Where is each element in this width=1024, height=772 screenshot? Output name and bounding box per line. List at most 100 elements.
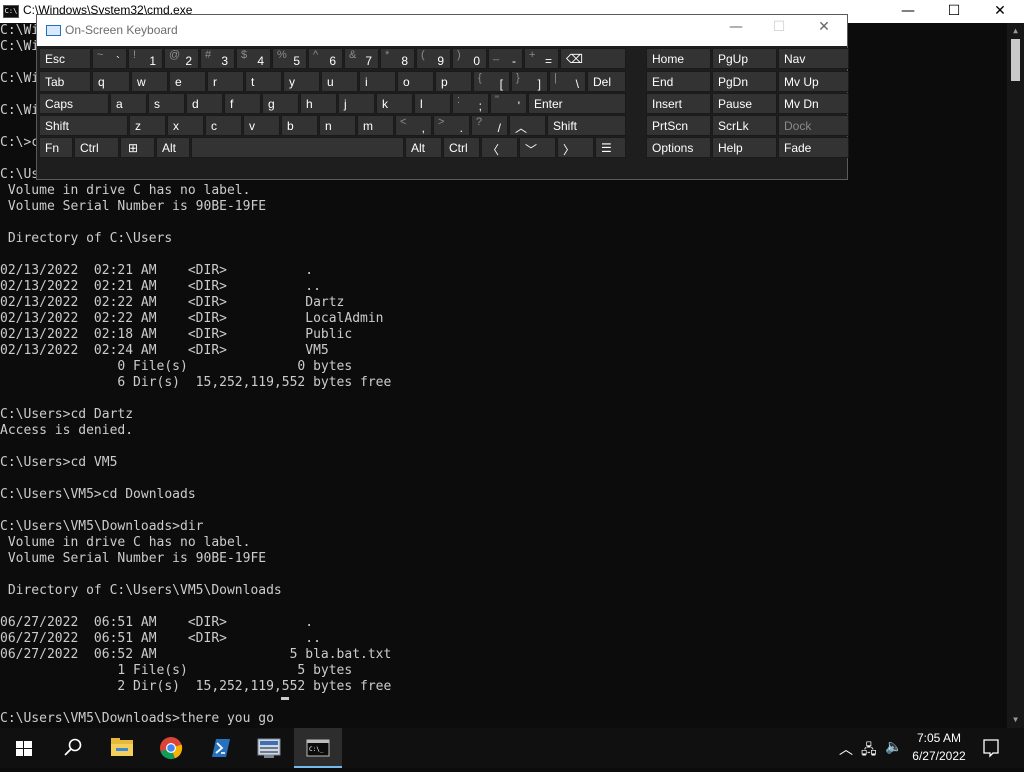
- key-s[interactable]: s: [148, 93, 185, 114]
- key-5[interactable]: % 5: [272, 48, 307, 69]
- key-del[interactable]: Del: [587, 71, 626, 92]
- key-q[interactable]: q: [92, 71, 130, 92]
- volume-icon[interactable]: 🔈: [885, 739, 902, 755]
- key-9[interactable]: (9: [416, 48, 451, 69]
- taskbar-app-powershell[interactable]: [196, 728, 244, 768]
- key-p[interactable]: p: [435, 71, 472, 92]
- key-v[interactable]: v: [243, 115, 280, 136]
- key-backtick[interactable]: ~ `: [92, 48, 127, 69]
- key-menu[interactable]: ☰: [595, 137, 626, 158]
- key-o[interactable]: o: [397, 71, 434, 92]
- key-backspace[interactable]: ⌫: [560, 48, 626, 69]
- key-7[interactable]: & 7: [344, 48, 379, 69]
- key-esc[interactable]: Esc: [39, 48, 91, 69]
- key-8[interactable]: * 8: [380, 48, 415, 69]
- search-button[interactable]: [48, 728, 96, 768]
- key-insert[interactable]: Insert: [646, 93, 711, 114]
- taskbar-app-chrome[interactable]: [147, 728, 195, 768]
- key-scrlk[interactable]: ScrLk: [712, 115, 777, 136]
- key-l[interactable]: l: [414, 93, 451, 114]
- key-n[interactable]: n: [319, 115, 356, 136]
- key-arrow-right[interactable]: 〉: [557, 137, 594, 158]
- key-semicolon[interactable]: :;: [452, 93, 489, 114]
- key-alt-right[interactable]: Alt: [405, 137, 442, 158]
- key-mvdn[interactable]: Mv Dn: [778, 93, 849, 114]
- key-c[interactable]: c: [205, 115, 242, 136]
- key-prtscn[interactable]: PrtScn: [646, 115, 711, 136]
- key-arrow-left[interactable]: 〈: [481, 137, 518, 158]
- taskbar-app-file-explorer[interactable]: [98, 728, 146, 768]
- key-r[interactable]: r: [207, 71, 244, 92]
- minimize-button[interactable]: —: [885, 0, 931, 23]
- key-d[interactable]: d: [186, 93, 223, 114]
- key-end[interactable]: End: [646, 71, 711, 92]
- osk-title-bar[interactable]: On-Screen Keyboard — ☐ ✕: [37, 15, 847, 46]
- osk-maximize-button[interactable]: ☐: [759, 19, 799, 43]
- osk-minimize-button[interactable]: —: [716, 19, 756, 43]
- key-z[interactable]: z: [129, 115, 166, 136]
- osk-close-button[interactable]: ✕: [804, 19, 844, 43]
- scroll-thumb[interactable]: [1011, 39, 1020, 81]
- key-tab[interactable]: Tab: [39, 71, 91, 92]
- key-j[interactable]: j: [338, 93, 375, 114]
- key-6[interactable]: ^ 6: [308, 48, 343, 69]
- key-1[interactable]: ! 1: [128, 48, 163, 69]
- key-x[interactable]: x: [167, 115, 204, 136]
- scroll-down-arrow-icon[interactable]: ▼: [1007, 714, 1024, 726]
- key-g[interactable]: g: [262, 93, 299, 114]
- key-backslash[interactable]: | \: [549, 71, 586, 92]
- key-dock[interactable]: Dock: [778, 115, 849, 136]
- key-f[interactable]: f: [224, 93, 261, 114]
- key-0[interactable]: ) 0: [452, 48, 487, 69]
- key-caps[interactable]: Caps: [39, 93, 109, 114]
- key-mvup[interactable]: Mv Up: [778, 71, 849, 92]
- key-alt-left[interactable]: Alt: [156, 137, 190, 158]
- key-4[interactable]: $4: [236, 48, 271, 69]
- key-e[interactable]: e: [169, 71, 206, 92]
- show-hidden-icons-chevron-icon[interactable]: ︿: [839, 739, 853, 759]
- taskbar-app-server-manager[interactable]: [245, 728, 293, 768]
- taskbar-app-command-prompt[interactable]: C:\_: [294, 728, 342, 768]
- key-h[interactable]: h: [300, 93, 337, 114]
- maximize-button[interactable]: ☐: [931, 0, 977, 23]
- key-k[interactable]: k: [376, 93, 413, 114]
- key-equals[interactable]: + =: [524, 48, 559, 69]
- vertical-scrollbar[interactable]: ▲ ▼: [1007, 23, 1024, 728]
- close-button[interactable]: ✕: [977, 0, 1023, 23]
- key-win[interactable]: ⊞: [120, 137, 155, 158]
- clock-time[interactable]: 7:05 AM: [913, 731, 965, 745]
- key-u[interactable]: u: [321, 71, 358, 92]
- key-w[interactable]: w: [131, 71, 168, 92]
- key-arrow-up[interactable]: ︿: [509, 115, 546, 136]
- key-space[interactable]: [191, 137, 404, 158]
- key-comma[interactable]: <,: [395, 115, 432, 136]
- key-pgup[interactable]: PgUp: [712, 48, 777, 69]
- key-2[interactable]: @2: [164, 48, 199, 69]
- key-shift-right[interactable]: Shift: [547, 115, 626, 136]
- scroll-up-arrow-icon[interactable]: ▲: [1007, 25, 1024, 37]
- clock-date[interactable]: 6/27/2022: [908, 749, 970, 763]
- key-ctrl-right[interactable]: Ctrl: [443, 137, 480, 158]
- key-slash[interactable]: ? /: [471, 115, 508, 136]
- key-lbracket[interactable]: {[: [473, 71, 510, 92]
- key-b[interactable]: b: [281, 115, 318, 136]
- key-m[interactable]: m: [357, 115, 394, 136]
- key-quote[interactable]: " ': [490, 93, 527, 114]
- key-t[interactable]: t: [245, 71, 282, 92]
- network-icon[interactable]: 🖧: [861, 739, 877, 763]
- key-shift-left[interactable]: Shift: [39, 115, 128, 136]
- key-options[interactable]: Options: [646, 137, 711, 158]
- key-ctrl-left[interactable]: Ctrl: [74, 137, 119, 158]
- key-y[interactable]: y: [283, 71, 320, 92]
- key-rbracket[interactable]: }]: [511, 71, 548, 92]
- key-home[interactable]: Home: [646, 48, 711, 69]
- key-help[interactable]: Help: [712, 137, 777, 158]
- action-center-button[interactable]: [976, 728, 1024, 768]
- key-minus[interactable]: _ -: [488, 48, 523, 69]
- key-a[interactable]: a: [110, 93, 147, 114]
- key-nav[interactable]: Nav: [778, 48, 849, 69]
- key-enter[interactable]: Enter: [528, 93, 626, 114]
- start-button[interactable]: [0, 728, 48, 768]
- key-fn[interactable]: Fn: [39, 137, 73, 158]
- key-period[interactable]: >.: [433, 115, 470, 136]
